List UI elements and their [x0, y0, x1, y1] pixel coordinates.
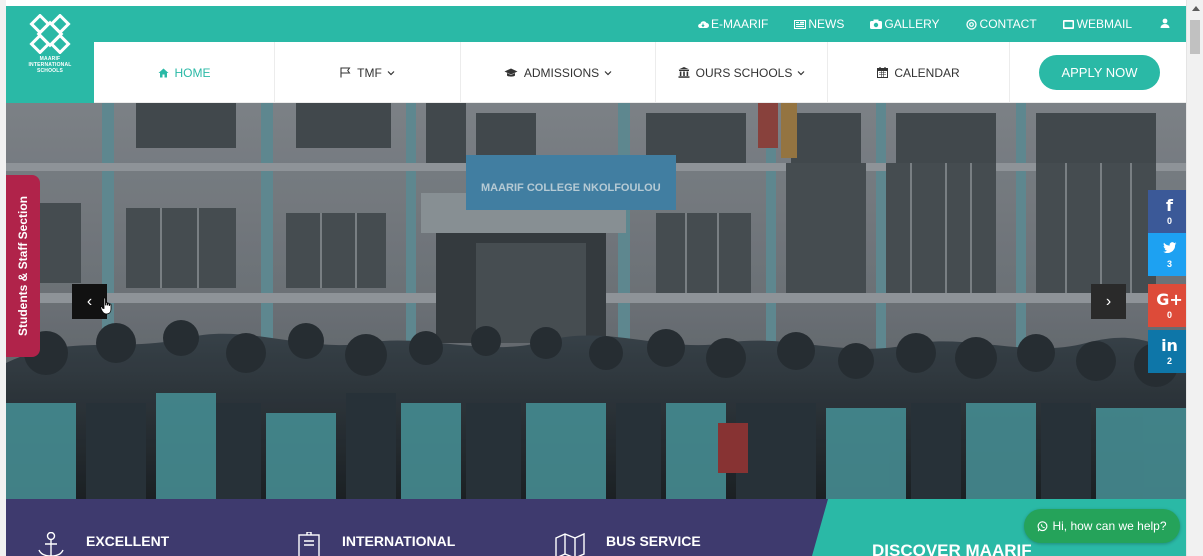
- scroll-up-arrow-icon[interactable]: [1187, 0, 1203, 17]
- newspaper-icon: [794, 19, 807, 29]
- top-link-label: GALLERY: [884, 17, 940, 31]
- google-plus-icon: G+: [1156, 289, 1183, 309]
- feature-excellent[interactable]: EXCELLENT: [36, 499, 169, 556]
- top-link-webmail[interactable]: WEBMAIL: [1063, 17, 1132, 31]
- logo-text: MAARIF INTERNATIONAL SCHOOLS: [28, 56, 71, 74]
- map-icon: [554, 532, 586, 556]
- main-nav: HOME TMF ADMISSIONS OURS SCHOOLS CALENDA…: [94, 42, 1186, 103]
- logo-emblem-icon: [29, 14, 71, 54]
- at-icon: [966, 18, 978, 30]
- site-logo[interactable]: MAARIF INTERNATIONAL SCHOOLS: [6, 6, 94, 103]
- top-link-label: WEBMAIL: [1076, 17, 1132, 31]
- google-plus-share-button[interactable]: G+ 0: [1148, 284, 1191, 327]
- top-link-label: CONTACT: [979, 17, 1037, 31]
- facebook-share-button[interactable]: f 0: [1148, 190, 1191, 233]
- chevron-left-icon: ‹: [86, 292, 93, 310]
- nav-item-label: CALENDAR: [894, 65, 960, 80]
- top-link-news[interactable]: NEWS: [794, 17, 844, 31]
- user-icon[interactable]: [1160, 15, 1170, 33]
- anchor-icon: [36, 531, 66, 556]
- nav-item-home[interactable]: HOME: [94, 42, 275, 103]
- chevron-down-icon: [797, 68, 805, 78]
- top-link-label: NEWS: [808, 17, 845, 31]
- graduation-cap-icon: [504, 68, 518, 78]
- home-icon: [158, 68, 169, 78]
- staff-tab-label: Students & Staff Section: [16, 195, 30, 337]
- share-count: 0: [1166, 215, 1172, 226]
- institution-icon: [678, 67, 690, 78]
- camera-icon: [870, 19, 883, 29]
- flag-icon: [340, 67, 351, 78]
- feature-bus-service[interactable]: BUS SERVICE: [554, 499, 701, 556]
- nav-item-label: HOME: [174, 65, 211, 80]
- certificate-icon: [298, 531, 322, 556]
- scroll-thumb[interactable]: [1190, 20, 1200, 54]
- chevron-down-icon: [387, 68, 395, 78]
- top-link-contact[interactable]: CONTACT: [966, 17, 1037, 31]
- page-scrollbar[interactable]: [1186, 0, 1203, 556]
- share-count: 3: [1166, 258, 1172, 269]
- top-link-label: E-MAARIF: [711, 17, 769, 31]
- nav-item-tmf[interactable]: TMF: [275, 42, 461, 103]
- hand-cursor-icon: [100, 297, 114, 320]
- chat-label: Hi, how can we help?: [1052, 519, 1167, 533]
- feature-label: INTERNATIONAL: [342, 533, 456, 549]
- apply-now-button[interactable]: APPLY NOW: [1039, 55, 1160, 90]
- top-link-gallery[interactable]: GALLERY: [870, 17, 940, 31]
- hero-photo: MAARIF COLLEGE NKOLFOULOU: [6, 103, 1186, 499]
- chevron-right-icon: ›: [1105, 292, 1112, 310]
- twitter-icon: [1162, 241, 1177, 257]
- hero-slider: MAARIF COLLEGE NKOLFOULOU: [6, 103, 1186, 499]
- nav-item-label: TMF: [357, 65, 382, 80]
- nav-item-admissions[interactable]: ADMISSIONS: [461, 42, 656, 103]
- feature-international[interactable]: INTERNATIONAL: [298, 499, 455, 556]
- top-link-e-maarif[interactable]: E-MAARIF: [697, 17, 768, 31]
- discover-label: DISCOVER MAARIF: [872, 541, 1032, 556]
- page: MAARIF INTERNATIONAL SCHOOLS E-MAARIF NE…: [0, 0, 1203, 556]
- calendar-icon: [877, 67, 889, 78]
- students-staff-section-tab[interactable]: Students & Staff Section: [6, 175, 40, 357]
- envelope-icon: [1063, 19, 1075, 29]
- feature-label: EXCELLENT: [86, 533, 170, 549]
- feature-label: BUS SERVICE: [606, 533, 701, 549]
- nav-item-label: OURS SCHOOLS: [695, 65, 793, 80]
- linkedin-share-button[interactable]: in 2: [1148, 330, 1191, 373]
- chevron-down-icon: [604, 68, 612, 78]
- whatsapp-icon: [1037, 520, 1048, 532]
- slider-next-button[interactable]: ›: [1091, 284, 1126, 319]
- logo-text-line: SCHOOLS: [36, 68, 64, 74]
- whatsapp-chat-button[interactable]: Hi, how can we help?: [1024, 509, 1180, 543]
- share-count: 0: [1166, 309, 1172, 320]
- nav-item-calendar[interactable]: CALENDAR: [828, 42, 1010, 103]
- twitter-share-button[interactable]: 3: [1148, 233, 1191, 276]
- cloud-icon: [697, 19, 710, 29]
- share-count: 2: [1166, 355, 1172, 366]
- nav-item-label: ADMISSIONS: [523, 65, 600, 80]
- top-links: E-MAARIF NEWS GALLERY CONTACT WEBMAIL: [697, 6, 1186, 42]
- nav-item-ours-schools[interactable]: OURS SCHOOLS: [656, 42, 828, 103]
- linkedin-icon: in: [1161, 335, 1178, 355]
- top-bar: E-MAARIF NEWS GALLERY CONTACT WEBMAIL: [94, 6, 1186, 42]
- facebook-icon: f: [1166, 195, 1173, 215]
